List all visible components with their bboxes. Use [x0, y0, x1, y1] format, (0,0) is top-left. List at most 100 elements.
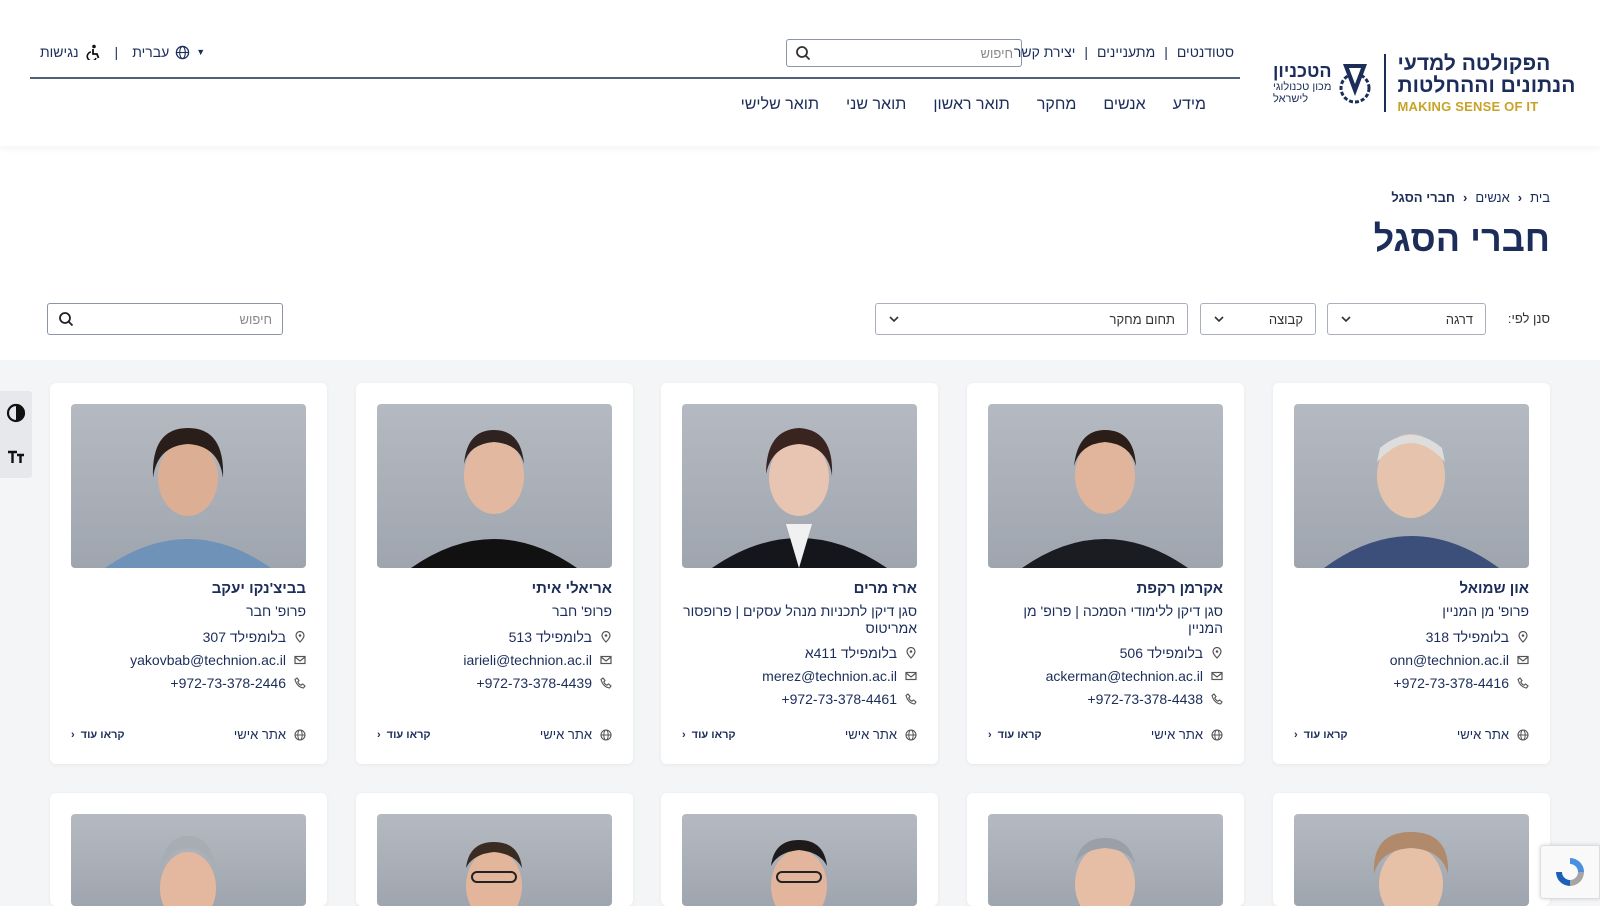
faculty-card[interactable]: בביצ'נקו יעקב פרופ' חבר בלומפילד 307 yak… [50, 383, 327, 764]
faculty-name-line1: הפקולטה למדעי [1397, 51, 1551, 75]
chevron-left-icon: ‹ [1294, 728, 1298, 741]
chevron-down-icon [889, 316, 899, 323]
faculty-card[interactable] [356, 793, 633, 906]
recaptcha-badge[interactable] [1540, 845, 1600, 899]
faculty-contact: בלומפילד 411א merez@technion.ac.il +972-… [682, 644, 917, 707]
contrast-icon [6, 403, 26, 422]
faculty-card[interactable]: אקרמן רקפת סגן דיקן ללימודי הסמכה | פרופ… [967, 383, 1244, 764]
personal-site-link[interactable]: אתר אישי [540, 727, 612, 742]
faculty-phone[interactable]: +972-73-378-4439 [476, 675, 592, 691]
personal-site-link[interactable]: אתר אישי [845, 727, 917, 742]
faculty-card[interactable] [50, 793, 327, 906]
faculty-card[interactable]: אריאלי איתי פרופ' חבר בלומפילד 513 iarie… [356, 383, 633, 764]
nav-item-phd[interactable]: תואר שלישי [741, 96, 819, 114]
header-search-input[interactable] [811, 45, 1013, 61]
read-more-label: קראו עוד [80, 728, 125, 741]
page-title: חברי הסגל [1373, 218, 1550, 259]
top-link-prospective[interactable]: מתעניינים [1097, 44, 1155, 60]
email-icon [1211, 671, 1223, 680]
faculty-phone[interactable]: +972-73-378-4438 [1087, 691, 1203, 707]
accessibility-label: נגישות [40, 44, 79, 60]
faculty-phone[interactable]: +972-73-378-4416 [1393, 675, 1509, 691]
email-icon [905, 671, 917, 680]
read-more-link[interactable]: קראו עוד ‹ [377, 729, 431, 741]
nav-item-research[interactable]: מחקר [1037, 96, 1077, 114]
faculty-phone[interactable]: +972-73-378-2446 [170, 675, 286, 691]
faculty-name[interactable]: ארז מרים [854, 580, 917, 597]
faculty-card[interactable]: און שמואל פרופ' מן המניין בלומפילד 318 o… [1273, 383, 1550, 764]
personal-site-link[interactable]: אתר אישי [1457, 727, 1529, 742]
top-link-contact[interactable]: יצירת קשר [1014, 44, 1075, 60]
faculty-name[interactable]: אקרמן רקפת [1136, 580, 1223, 597]
location-icon [1518, 630, 1528, 643]
nav-item-people[interactable]: אנשים [1103, 96, 1145, 114]
search-icon[interactable] [795, 45, 811, 61]
search-icon[interactable] [58, 311, 74, 327]
faculty-title: פרופ' חבר [246, 603, 306, 619]
faculty-office: בלומפילד 506 [1119, 644, 1203, 661]
contrast-toggle[interactable] [6, 403, 26, 423]
nav-item-master[interactable]: תואר שני [846, 96, 906, 114]
header-search [786, 39, 1022, 67]
faculty-photo [988, 814, 1223, 906]
faculty-card[interactable] [661, 793, 938, 906]
faculty-search [47, 303, 283, 335]
breadcrumb-home[interactable]: בית [1530, 190, 1550, 205]
read-more-label: קראו עוד [691, 728, 736, 741]
faculty-name[interactable]: בביצ'נקו יעקב [212, 580, 306, 597]
faculty-email[interactable]: onn@technion.ac.il [1390, 652, 1509, 668]
group-select[interactable]: קבוצה [1200, 303, 1316, 335]
chevron-left-icon: ‹ [377, 728, 381, 741]
faculty-photo [682, 404, 917, 568]
faculty-search-input[interactable] [74, 311, 272, 327]
personal-site-label: אתר אישי [844, 727, 897, 742]
chevron-left-icon: ‹ [682, 728, 686, 741]
top-link-students[interactable]: סטודנטים [1177, 44, 1234, 60]
faculty-email[interactable]: iarieli@technion.ac.il [463, 652, 592, 668]
personal-site-label: אתר אישי [1150, 727, 1203, 742]
header-divider [30, 77, 1240, 79]
globe-icon [600, 728, 612, 741]
faculty-logo[interactable]: הפקולטה למדעי הנתונים וההחלטות MAKING SE… [1273, 50, 1578, 116]
technion-emblem-icon [1339, 64, 1371, 104]
accessibility-button[interactable]: נגישות [40, 44, 101, 60]
personal-site-label: אתר אישי [233, 727, 286, 742]
faculty-email[interactable]: yakovbab@technion.ac.il [130, 652, 286, 668]
faculty-card[interactable] [967, 793, 1244, 906]
read-more-link[interactable]: קראו עוד ‹ [988, 729, 1042, 741]
faculty-name[interactable]: און שמואל [1460, 580, 1529, 597]
faculty-office: בלומפילד 307 [202, 628, 286, 645]
breadcrumb-people[interactable]: אנשים [1475, 190, 1509, 205]
faculty-logo-text: הפקולטה למדעי הנתונים וההחלטות MAKING SE… [1397, 51, 1578, 114]
rank-select[interactable]: דרגה [1327, 303, 1486, 335]
personal-site-link[interactable]: אתר אישי [234, 727, 306, 742]
faculty-card[interactable] [1273, 793, 1550, 906]
faculty-office: בלומפילד 411א [804, 644, 897, 661]
text-size-icon [8, 451, 24, 464]
faculty-phone[interactable]: +972-73-378-4461 [781, 691, 897, 707]
faculty-card[interactable]: ארז מרים סגן דיקן לתכניות מנהל עסקים | פ… [661, 383, 938, 764]
chevron-left-icon: ‹ [988, 728, 992, 741]
faculty-contact: בלומפילד 513 iarieli@technion.ac.il +972… [377, 628, 612, 691]
recaptcha-icon [1556, 858, 1584, 886]
nav-item-info[interactable]: מידע [1173, 96, 1206, 114]
personal-site-link[interactable]: אתר אישי [1151, 727, 1223, 742]
research-field-select[interactable]: תחום מחקר [875, 303, 1188, 335]
language-selector[interactable]: עברית ▼ [132, 44, 207, 60]
read-more-link[interactable]: קראו עוד ‹ [71, 729, 125, 741]
read-more-link[interactable]: קראו עוד ‹ [682, 729, 736, 741]
card-footer: אתר אישי קראו עוד ‹ [682, 727, 917, 742]
chevron-down-icon [1341, 316, 1351, 323]
faculty-email[interactable]: ackerman@technion.ac.il [1046, 668, 1203, 684]
faculty-email[interactable]: merez@technion.ac.il [762, 668, 897, 684]
location-icon [601, 630, 611, 643]
chevron-left-icon: ‹ [1463, 190, 1468, 205]
nav-item-bachelor[interactable]: תואר ראשון [933, 96, 1010, 114]
chevron-left-icon: ‹ [1517, 190, 1523, 205]
read-more-link[interactable]: קראו עוד ‹ [1294, 729, 1348, 741]
text-size-toggle[interactable] [6, 446, 26, 466]
chevron-down-icon [1214, 316, 1224, 323]
faculty-name[interactable]: אריאלי איתי [532, 580, 612, 597]
phone-icon [600, 676, 612, 689]
card-footer: אתר אישי קראו עוד ‹ [988, 727, 1223, 742]
